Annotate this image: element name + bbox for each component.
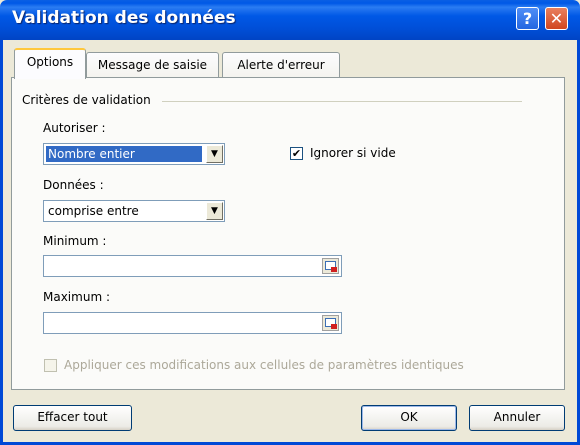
ignore-blank-checkbox[interactable]: ✔ (290, 147, 303, 160)
data-select-value: comprise entre (48, 204, 139, 218)
close-icon: ✕ (549, 9, 564, 28)
ok-button[interactable]: OK (361, 405, 457, 431)
dropdown-arrow-icon[interactable]: ▼ (206, 145, 223, 163)
tab-error-alert[interactable]: Alerte d'erreur (222, 52, 340, 78)
title-bar: Validation des données ? ✕ (0, 0, 580, 40)
allow-label: Autoriser : (43, 121, 106, 135)
tab-options-label: Options (26, 55, 74, 69)
close-button[interactable]: ✕ (545, 7, 568, 30)
window-frame-left (0, 40, 3, 445)
data-select[interactable]: comprise entre ▼ (43, 200, 225, 222)
maximum-input[interactable] (43, 312, 342, 334)
allow-select-value: Nombre entier (45, 145, 203, 163)
window-title: Validation des données (12, 8, 236, 28)
group-divider (162, 101, 522, 102)
range-selector-icon[interactable] (322, 315, 339, 331)
validation-criteria-group-label: Critères de validation (22, 93, 151, 107)
tab-input-message[interactable]: Message de saisie (86, 52, 219, 78)
cancel-button[interactable]: Annuler (469, 405, 565, 431)
checkmark-icon: ✔ (291, 147, 302, 160)
minimum-label: Minimum : (43, 234, 107, 248)
apply-all-label: Appliquer ces modifications aux cellules… (64, 358, 464, 372)
help-button[interactable]: ? (516, 7, 539, 30)
maximum-label: Maximum : (43, 290, 110, 304)
minimum-input[interactable] (43, 255, 342, 277)
allow-select[interactable]: Nombre entier ▼ (43, 143, 225, 165)
tab-error-alert-label: Alerte d'erreur (237, 58, 325, 72)
clear-all-button[interactable]: Effacer tout (13, 405, 132, 431)
dropdown-arrow-icon[interactable]: ▼ (206, 202, 223, 220)
range-selector-icon[interactable] (322, 258, 339, 274)
tab-input-message-label: Message de saisie (97, 58, 208, 72)
ignore-blank-label[interactable]: Ignorer si vide (310, 146, 396, 160)
tab-options[interactable]: Options (14, 48, 86, 79)
apply-all-checkbox (44, 359, 57, 372)
data-label: Données : (43, 178, 104, 192)
